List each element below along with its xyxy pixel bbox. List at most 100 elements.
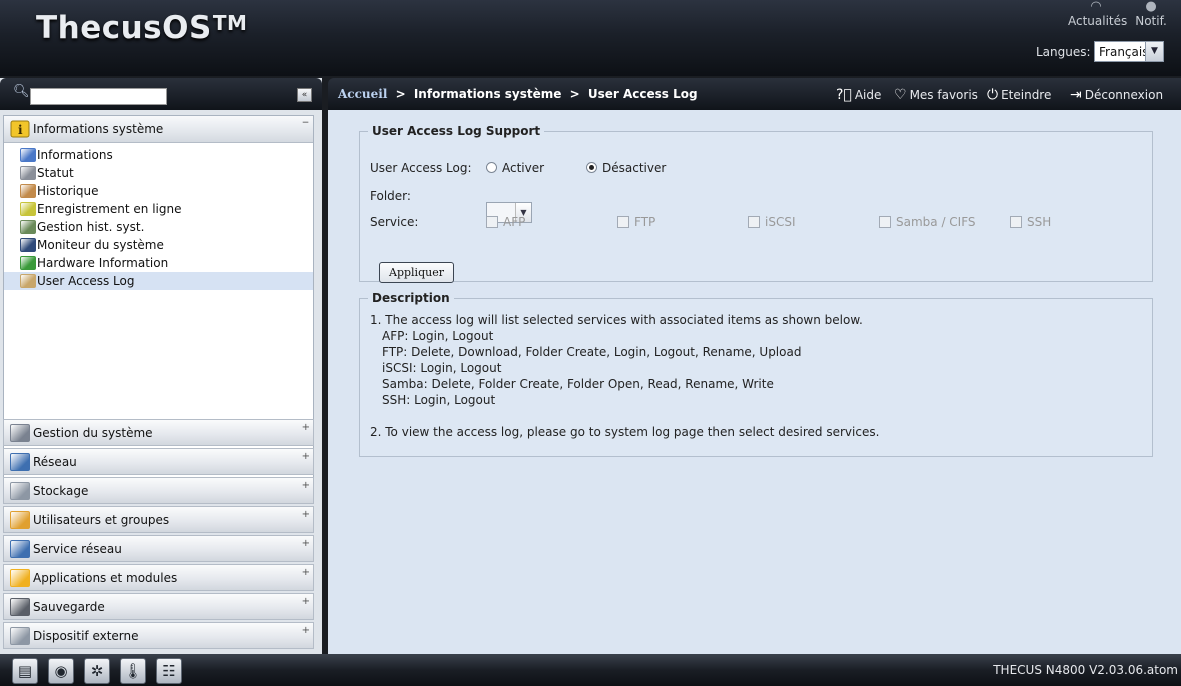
- language-value: Français: [1099, 45, 1149, 59]
- temperature-icon[interactable]: 🌡︎: [120, 658, 146, 684]
- service-checkbox[interactable]: AFP: [486, 215, 525, 229]
- sidebar-item[interactable]: User Access Log: [4, 272, 313, 290]
- category-external-device[interactable]: Dispositif externe +: [3, 622, 314, 649]
- backup-icon: [10, 598, 30, 616]
- collapse-icon[interactable]: −: [301, 119, 310, 128]
- tools-icon: [10, 424, 30, 442]
- panel-legend: Description: [372, 291, 450, 305]
- checkbox-icon[interactable]: [617, 216, 629, 228]
- service-checkbox[interactable]: Samba / CIFS: [879, 215, 976, 229]
- category-header[interactable]: i Informations système −: [4, 116, 313, 143]
- checkbox-icon[interactable]: [879, 216, 891, 228]
- enable-radio-button[interactable]: [486, 162, 497, 173]
- breadcrumb-level2: User Access Log: [587, 87, 698, 101]
- category-network[interactable]: Réseau +: [3, 448, 314, 475]
- category-network-service[interactable]: Service réseau +: [3, 535, 314, 562]
- description-line: 2. To view the access log, please go to …: [370, 425, 880, 439]
- folder-label: Folder:: [370, 189, 411, 203]
- checkbox-icon[interactable]: [486, 216, 498, 228]
- breadcrumb-home[interactable]: Accueil: [338, 87, 387, 101]
- category-backup[interactable]: Sauvegarde +: [3, 593, 314, 620]
- sidebar-item-label: Gestion hist. syst.: [37, 220, 145, 234]
- sidebar-item[interactable]: Statut: [4, 164, 313, 182]
- category-label: Sauvegarde: [33, 600, 105, 614]
- search-input[interactable]: [30, 88, 167, 105]
- sidebar-item[interactable]: Historique: [4, 182, 313, 200]
- category-users[interactable]: Utilisateurs et groupes +: [3, 506, 314, 533]
- help-button[interactable]: ?⃝ Aide: [836, 87, 881, 103]
- description-line: SSH: Login, Logout: [382, 393, 496, 407]
- user-access-log-support-panel: User Access Log Support User Access Log:…: [359, 124, 1153, 283]
- category-label: Applications et modules: [33, 571, 178, 585]
- disk-icon[interactable]: ◉: [48, 658, 74, 684]
- bottom-bar: ▤ ◉ ✲ 🌡︎ ☷ THECUS N4800 V2.03.06.atom: [0, 654, 1181, 686]
- description-line: FTP: Delete, Download, Folder Create, Lo…: [382, 345, 802, 359]
- enable-radio[interactable]: Activer: [486, 161, 544, 175]
- logout-label: Déconnexion: [1084, 88, 1164, 102]
- expand-icon[interactable]: +: [302, 596, 310, 607]
- category-label: Service réseau: [33, 542, 122, 556]
- description-line: iSCSI: Login, Logout: [382, 361, 502, 375]
- rss-icon: ◠: [1090, 0, 1102, 14]
- disable-radio-button[interactable]: [586, 162, 597, 173]
- apps-icon: [10, 569, 30, 587]
- checkbox-icon[interactable]: [1010, 216, 1022, 228]
- sidebar-item-label: Statut: [37, 166, 74, 180]
- expand-icon[interactable]: +: [302, 451, 310, 462]
- language-select[interactable]: Français ▼: [1094, 41, 1164, 62]
- disable-radio[interactable]: Désactiver: [586, 161, 666, 175]
- language-label: Langues:: [1036, 45, 1091, 59]
- expand-icon[interactable]: +: [302, 422, 310, 433]
- status-icon: [20, 166, 36, 180]
- user-access-log-icon: [20, 274, 36, 288]
- sidebar-item[interactable]: Informations: [4, 146, 313, 164]
- sidebar-item[interactable]: Enregistrement en ligne: [4, 200, 313, 218]
- description-line: 1. The access log will list selected ser…: [370, 313, 863, 327]
- sidebar-item-label: User Access Log: [37, 274, 135, 288]
- category-items: Informations Statut Historique Enregistreme…: [4, 143, 313, 290]
- breadcrumb-separator: >: [395, 87, 406, 101]
- category-label: Dispositif externe: [33, 629, 139, 643]
- favorites-button[interactable]: ♡ Mes favoris: [894, 87, 978, 103]
- sidebar-item-label: Hardware Information: [37, 256, 169, 270]
- chevron-down-icon[interactable]: ▼: [1145, 42, 1163, 61]
- service-checkbox[interactable]: iSCSI: [748, 215, 796, 229]
- collapse-sidebar-button[interactable]: «: [297, 88, 312, 102]
- top-header: ThecusOSTM ◠ Actualités ● Notif. Langues…: [0, 0, 1181, 76]
- checkbox-icon[interactable]: [748, 216, 760, 228]
- network-topology-icon[interactable]: ☷: [156, 658, 182, 684]
- service-label: Service:: [370, 215, 419, 229]
- category-label: Utilisateurs et groupes: [33, 513, 170, 527]
- expand-icon[interactable]: +: [302, 567, 310, 578]
- expand-icon[interactable]: +: [302, 625, 310, 636]
- sidebar-item[interactable]: Hardware Information: [4, 254, 313, 272]
- category-label: Informations système: [33, 122, 164, 136]
- svg-text:i: i: [18, 123, 23, 137]
- apply-button[interactable]: Appliquer: [379, 262, 454, 283]
- panel-legend: User Access Log Support: [372, 124, 541, 138]
- news-link[interactable]: ◠ Actualités: [1068, 0, 1127, 28]
- description-line: Samba: Delete, Folder Create, Folder Ope…: [382, 377, 774, 391]
- system-status-icon[interactable]: ▤: [12, 658, 38, 684]
- service-label: SSH: [1027, 215, 1052, 229]
- sidebar-item[interactable]: Gestion hist. syst.: [4, 218, 313, 236]
- hardware-icon: [20, 256, 36, 270]
- shutdown-button[interactable]: ⏻ Eteindre: [987, 87, 1051, 103]
- sidebar-item[interactable]: Moniteur du système: [4, 236, 313, 254]
- search-icon: 🔍︎: [13, 84, 30, 99]
- category-apps[interactable]: Applications et modules +: [3, 564, 314, 591]
- expand-icon[interactable]: +: [302, 480, 310, 491]
- service-label: iSCSI: [765, 215, 796, 229]
- service-checkbox[interactable]: FTP: [617, 215, 655, 229]
- breadcrumb-separator: >: [569, 87, 580, 101]
- category-tools[interactable]: Gestion du système +: [3, 419, 314, 446]
- expand-icon[interactable]: +: [302, 538, 310, 549]
- logout-button[interactable]: ⇥ Déconnexion: [1070, 87, 1163, 103]
- sidebar: 🔍︎ « i Informations système − Informatio…: [0, 78, 322, 654]
- category-storage[interactable]: Stockage +: [3, 477, 314, 504]
- favorites-label: Mes favoris: [909, 88, 978, 102]
- fan-icon[interactable]: ✲: [84, 658, 110, 684]
- notifications-link[interactable]: ● Notif.: [1132, 0, 1170, 28]
- expand-icon[interactable]: +: [302, 509, 310, 520]
- service-checkbox[interactable]: SSH: [1010, 215, 1051, 229]
